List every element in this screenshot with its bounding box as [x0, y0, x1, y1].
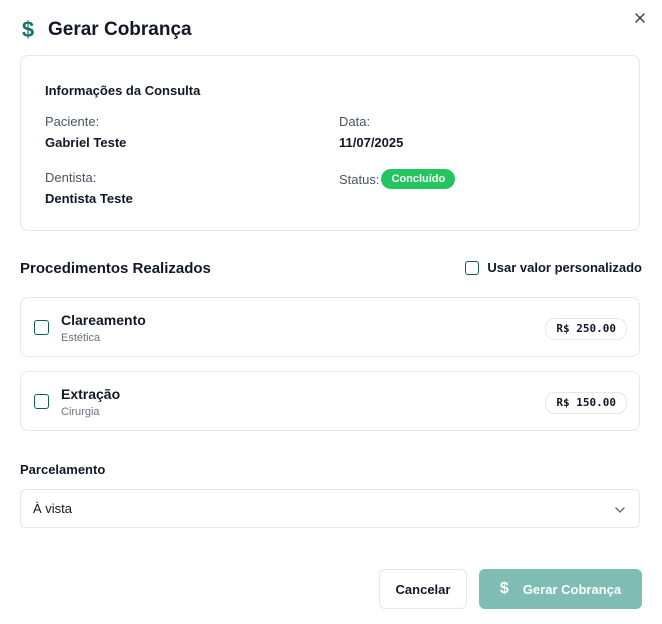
chevron-down-icon [615, 507, 625, 513]
patient-value: Gabriel Teste [45, 135, 127, 150]
procedures-heading: Procedimentos Realizados [20, 260, 211, 277]
generate-charge-dialog: $ Gerar Cobrança Informações da Consulta… [0, 0, 662, 624]
procedure-item[interactable]: Clareamento Estética R$ 250.00 [20, 297, 640, 357]
installments-select[interactable]: À vista [20, 489, 640, 528]
cancel-button[interactable]: Cancelar [379, 569, 467, 609]
consultation-info-card: Informações da Consulta Paciente: Gabrie… [20, 55, 640, 231]
patient-field: Paciente: Gabriel Teste [45, 114, 126, 150]
custom-value-label: Usar valor personalizado [487, 260, 642, 275]
procedure-name: Extração [61, 386, 121, 402]
custom-value-checkbox[interactable] [465, 260, 480, 275]
dollar-icon: $ [499, 580, 509, 597]
close-button[interactable] [632, 10, 648, 26]
installments-selected-value: À vista [33, 501, 73, 516]
dentist-label: Dentista: [45, 170, 97, 185]
close-icon [635, 13, 645, 23]
procedure-item[interactable]: Extração Cirurgia R$ 150.00 [20, 371, 640, 431]
procedure-price: R$ 150.00 [545, 392, 627, 414]
status-badge: Concluído [381, 169, 456, 189]
dentist-value: Dentista Teste [45, 191, 133, 206]
generate-charge-button[interactable]: $ Gerar Cobrança [479, 569, 642, 609]
dialog-header: $ Gerar Cobrança [20, 16, 192, 44]
custom-value-toggle[interactable]: Usar valor personalizado [465, 260, 642, 275]
installments-label: Parcelamento [20, 462, 106, 477]
procedure-category: Estética [61, 332, 101, 344]
procedure-name: Clareamento [61, 312, 146, 328]
status-field: Status: Concluído [339, 169, 456, 189]
dialog-title: Gerar Cobrança [48, 19, 192, 40]
patient-label: Paciente: [45, 114, 100, 129]
consultation-info-heading: Informações da Consulta [45, 83, 201, 98]
generate-charge-label: Gerar Cobrança [522, 581, 622, 597]
dollar-icon: $ [21, 17, 35, 42]
status-label: Status: [339, 171, 380, 187]
procedure-checkbox[interactable] [34, 320, 49, 335]
procedure-checkbox[interactable] [34, 394, 49, 409]
date-label: Data: [339, 114, 371, 129]
date-value: 11/07/2025 [339, 135, 404, 150]
procedure-category: Cirurgia [61, 406, 100, 418]
procedure-price: R$ 250.00 [545, 318, 627, 340]
date-field: Data: 11/07/2025 [339, 114, 403, 150]
dentist-field: Dentista: Dentista Teste [45, 170, 133, 206]
